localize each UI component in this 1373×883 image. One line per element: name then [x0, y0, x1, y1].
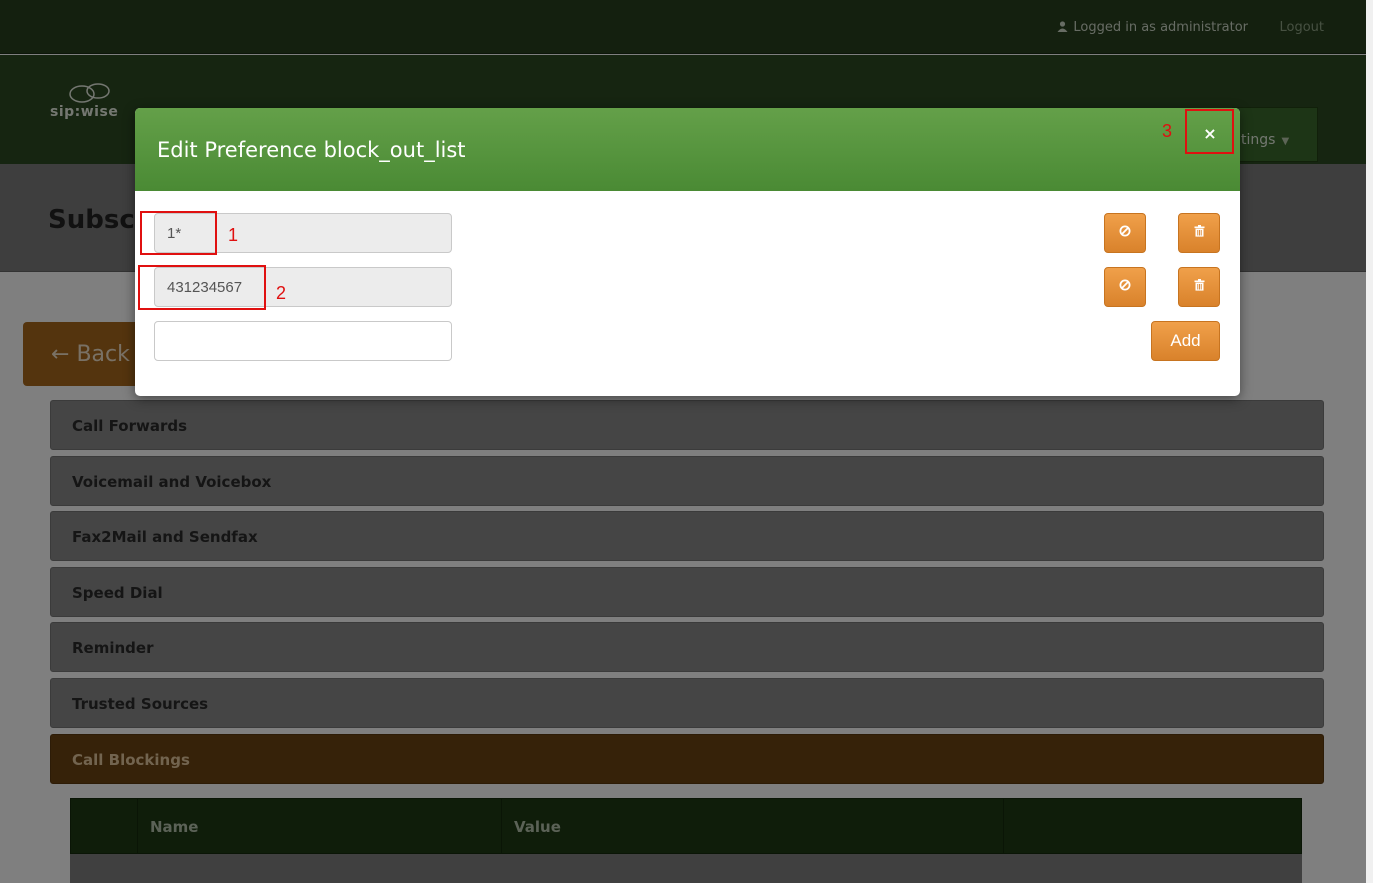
delete-entry-button-2[interactable] [1178, 267, 1220, 307]
new-entry-input[interactable] [154, 321, 452, 361]
modal-header: Edit Preference block_out_list × [135, 108, 1240, 191]
delete-entry-button-1[interactable] [1178, 213, 1220, 253]
annotation-box-3 [1185, 109, 1234, 154]
annotation-number-2: 2 [276, 283, 287, 303]
add-button[interactable]: Add [1151, 321, 1220, 361]
ban-icon [1119, 279, 1131, 291]
annotation-box-1 [140, 211, 217, 255]
modal-title: Edit Preference block_out_list [157, 138, 466, 162]
annotation-number-1: 1 [228, 225, 239, 245]
trash-icon [1194, 225, 1204, 237]
disable-entry-button-1[interactable] [1104, 213, 1146, 253]
disable-entry-button-2[interactable] [1104, 267, 1146, 307]
page-scrollbar[interactable] [1366, 0, 1373, 883]
trash-icon [1194, 279, 1204, 291]
ban-icon [1119, 225, 1131, 237]
edit-preference-modal: Edit Preference block_out_list × Add [135, 108, 1240, 396]
annotation-number-3: 3 [1162, 121, 1173, 141]
annotation-box-2 [138, 265, 266, 310]
